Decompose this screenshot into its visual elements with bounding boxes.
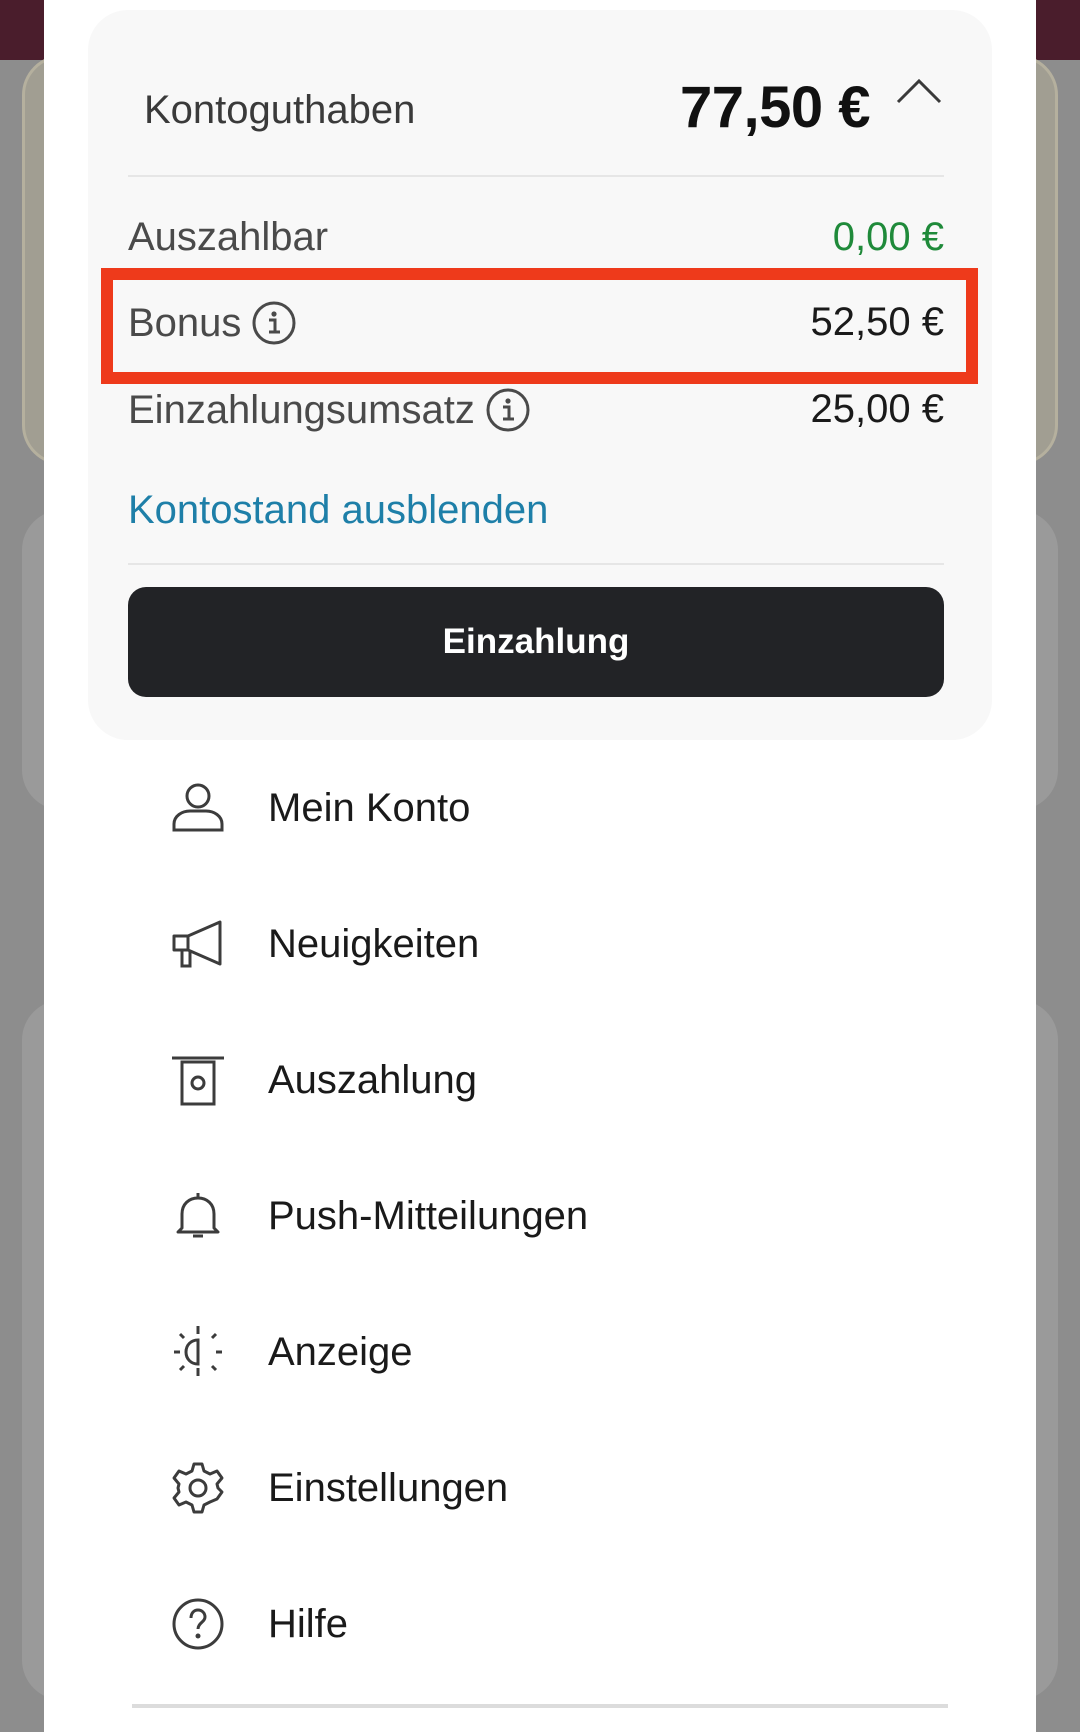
display-brightness-icon — [168, 1322, 228, 1382]
balance-total: 77,50 € — [679, 75, 871, 140]
balance-header[interactable]: Kontoguthaben 77,50 € — [88, 10, 992, 175]
menu-item-label: Auszahlung — [268, 1057, 478, 1102]
menu-item-settings[interactable]: Einstellungen — [132, 1420, 992, 1556]
divider — [128, 563, 944, 565]
balance-title: Kontoguthaben — [144, 88, 416, 132]
info-icon[interactable] — [485, 387, 531, 433]
deposit-button[interactable]: Einzahlung — [128, 587, 944, 697]
megaphone-icon — [168, 914, 228, 974]
highlight-box — [101, 268, 978, 384]
balance-row-label: Auszahlbar — [128, 215, 329, 259]
bell-icon — [168, 1186, 228, 1246]
menu-item-my-account[interactable]: Mein Konto — [132, 740, 992, 876]
menu-item-label: Mein Konto — [268, 785, 471, 830]
menu-item-withdrawal[interactable]: Auszahlung — [132, 1012, 992, 1148]
menu-item-label: Neuigkeiten — [268, 921, 480, 966]
divider — [132, 1704, 948, 1708]
balance-row-label: Einzahlungsumsatz — [128, 387, 531, 433]
withdraw-icon — [168, 1050, 228, 1110]
balance-row-value: 25,00 € — [810, 387, 944, 431]
menu-item-label: Anzeige — [268, 1329, 413, 1374]
menu-drawer: Kontoguthaben 77,50 € Auszahlbar 0,00 € … — [44, 0, 1036, 1732]
hide-balance-link[interactable]: Kontostand ausblenden — [128, 488, 548, 533]
menu-item-display[interactable]: Anzeige — [132, 1284, 992, 1420]
balance-row-value: 0,00 € — [832, 215, 944, 259]
menu-item-help[interactable]: Hilfe — [132, 1556, 992, 1692]
menu-item-label: Einstellungen — [268, 1465, 509, 1510]
user-icon — [168, 778, 228, 838]
balance-row-payable: Auszahlbar 0,00 € — [128, 195, 944, 275]
gear-icon — [168, 1458, 228, 1518]
menu-item-label: Push-Mitteilungen — [268, 1193, 589, 1238]
menu-item-label: Hilfe — [268, 1601, 349, 1646]
chevron-up-icon[interactable] — [894, 72, 944, 112]
menu-item-push-notifications[interactable]: Push-Mitteilungen — [132, 1148, 992, 1284]
menu-item-news[interactable]: Neuigkeiten — [132, 876, 992, 1012]
divider — [128, 175, 944, 177]
help-icon — [168, 1594, 228, 1654]
